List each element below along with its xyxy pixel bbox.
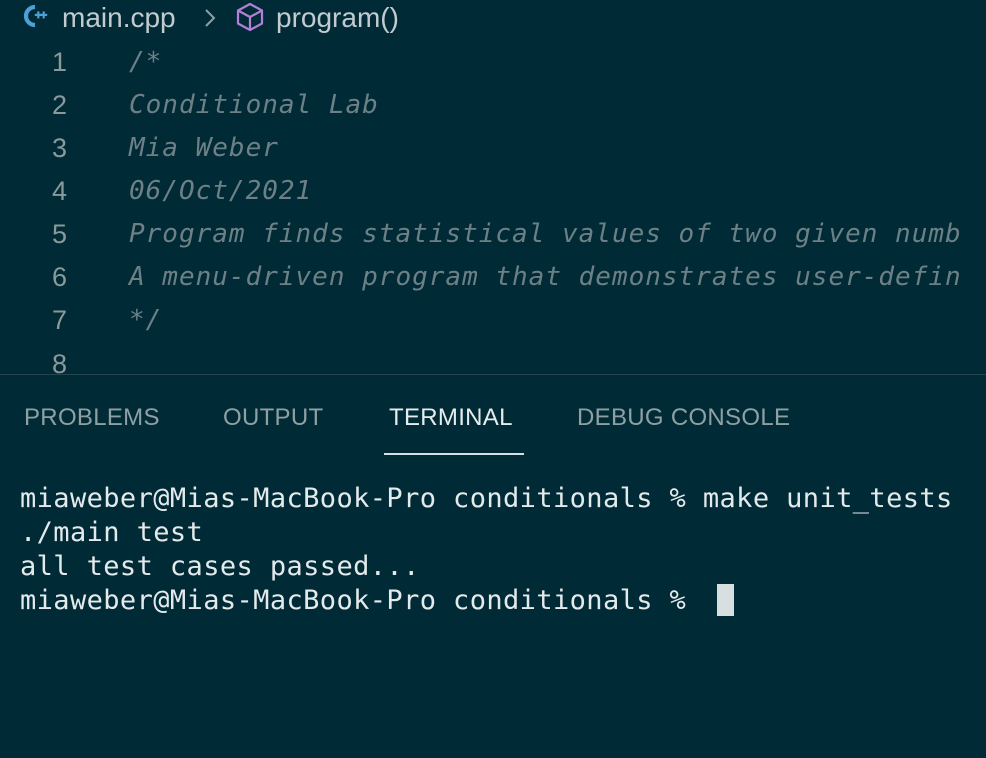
chevron-right-icon <box>205 9 216 27</box>
panel-tab-bar: PROBLEMS OUTPUT TERMINAL DEBUG CONSOLE <box>0 375 986 455</box>
terminal-line: ./main test <box>20 517 204 548</box>
terminal-line: miaweber@Mias-MacBook-Pro conditionals %… <box>20 483 953 514</box>
code-line[interactable]: 6 A menu-driven program that demonstrate… <box>0 256 986 299</box>
line-text[interactable]: A menu-driven program that demonstrates … <box>129 256 962 299</box>
tab-output[interactable]: OUTPUT <box>223 403 323 433</box>
line-number: 8 <box>51 349 67 374</box>
line-number: 4 <box>51 176 67 206</box>
breadcrumb-file[interactable]: main.cpp <box>62 2 176 34</box>
code-line[interactable]: 5 Program finds statistical values of tw… <box>0 213 986 256</box>
active-tab-indicator <box>384 453 524 455</box>
tab-debug-console[interactable]: DEBUG CONSOLE <box>577 403 790 433</box>
breadcrumb: main.cpp program() <box>0 0 986 40</box>
code-line[interactable]: 1 /* <box>0 41 986 84</box>
line-text[interactable]: /* <box>129 41 162 84</box>
code-line[interactable]: 8 <box>0 343 986 374</box>
line-number: 1 <box>51 47 67 77</box>
line-text[interactable]: 06/Oct/2021 <box>129 170 312 213</box>
line-text[interactable]: Program finds statistical values of two … <box>129 213 962 256</box>
code-line[interactable]: 3 Mia Weber <box>0 127 986 170</box>
line-text[interactable]: */ <box>129 299 162 342</box>
line-number: 5 <box>51 219 67 249</box>
tab-terminal[interactable]: TERMINAL <box>389 403 513 433</box>
code-editor[interactable]: 1 /* 2 Conditional Lab 3 Mia Weber 4 06/… <box>0 40 986 374</box>
terminal-cursor <box>717 584 734 616</box>
line-number: 6 <box>51 262 67 292</box>
code-line[interactable]: 4 06/Oct/2021 <box>0 170 986 213</box>
line-number: 7 <box>51 305 67 335</box>
line-number: 2 <box>51 90 67 120</box>
line-number: 3 <box>51 133 67 163</box>
line-text[interactable]: Conditional Lab <box>129 84 379 127</box>
terminal-line: all test cases passed... <box>20 551 420 582</box>
terminal-prompt[interactable]: miaweber@Mias-MacBook-Pro conditionals % <box>20 584 703 618</box>
line-text[interactable]: Mia Weber <box>129 127 279 170</box>
terminal[interactable]: miaweber@Mias-MacBook-Pro conditionals %… <box>0 480 986 758</box>
breadcrumb-symbol[interactable]: program() <box>276 2 399 34</box>
cpp-file-icon[interactable] <box>21 4 49 28</box>
method-cube-icon[interactable] <box>234 1 266 33</box>
tab-problems[interactable]: PROBLEMS <box>24 403 160 433</box>
code-line[interactable]: 7 */ <box>0 299 986 342</box>
code-line[interactable]: 2 Conditional Lab <box>0 84 986 127</box>
